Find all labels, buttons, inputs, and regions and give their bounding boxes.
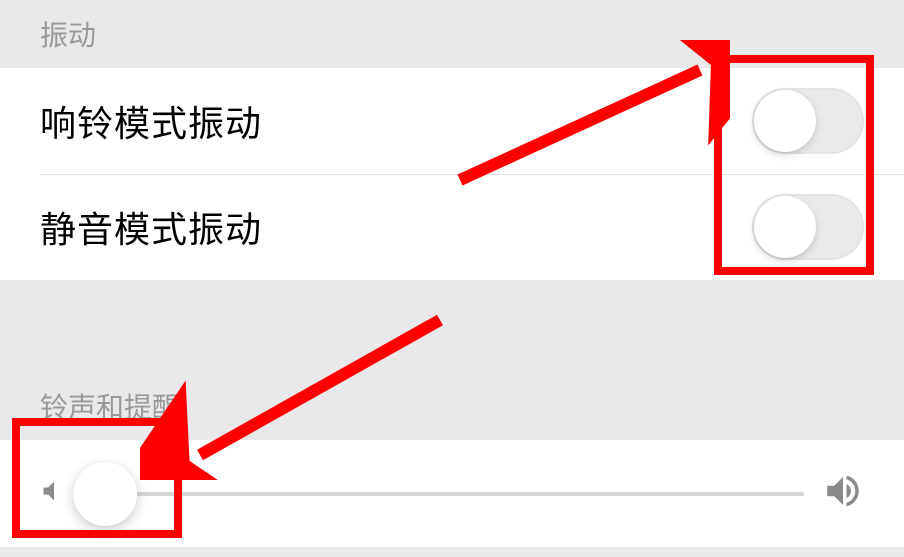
section-header-vibration: 振动 <box>0 0 904 68</box>
spacer <box>0 280 904 372</box>
speaker-low-icon <box>40 477 68 510</box>
slider-thumb <box>73 462 137 526</box>
switch-knob <box>754 90 816 152</box>
section-header-ringtone: 铃声和提醒 <box>0 372 904 440</box>
ringer-volume-row <box>0 440 904 547</box>
ringer-volume-slider[interactable] <box>86 492 804 496</box>
speaker-high-icon <box>822 470 864 517</box>
row-vibrate-on-ring: 响铃模式振动 <box>0 68 904 174</box>
switch-vibrate-on-silent[interactable] <box>752 194 864 260</box>
row-vibrate-on-silent: 静音模式振动 <box>0 174 904 280</box>
row-label: 响铃模式振动 <box>40 95 262 147</box>
switch-knob <box>754 196 816 258</box>
switch-vibrate-on-ring[interactable] <box>752 88 864 154</box>
vibration-list-group: 响铃模式振动 静音模式振动 <box>0 68 904 280</box>
slider-track <box>86 492 804 496</box>
row-label: 静音模式振动 <box>40 201 262 253</box>
